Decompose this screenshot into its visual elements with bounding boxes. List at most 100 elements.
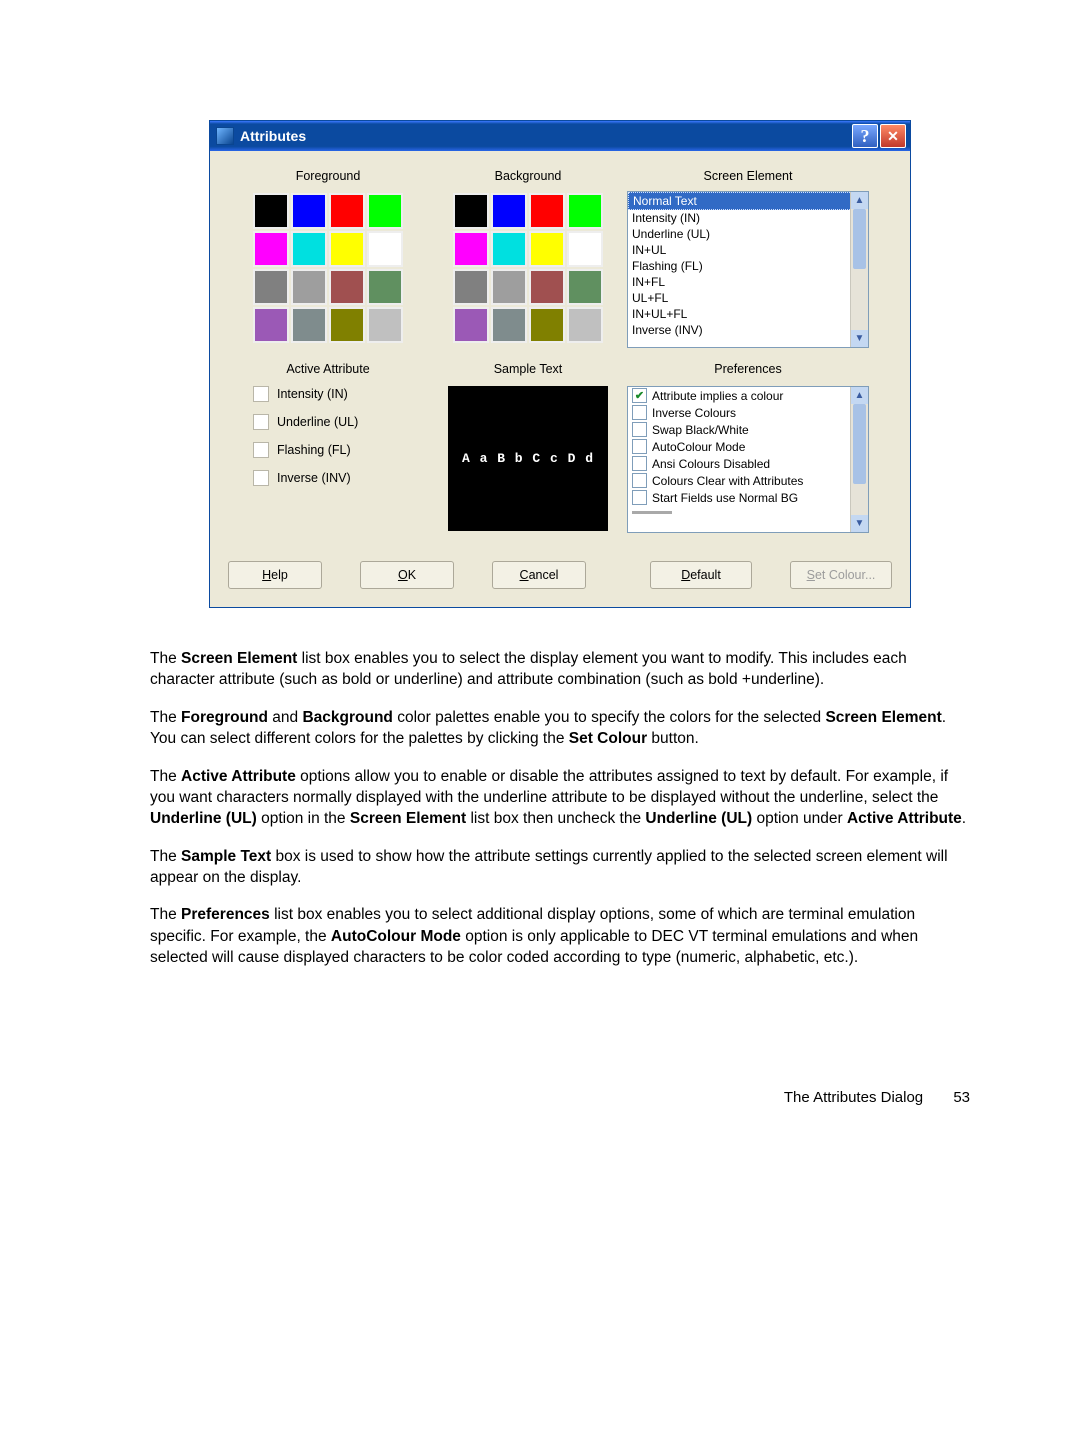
preference-item[interactable]: AutoColour Mode — [628, 438, 868, 455]
checkbox-icon[interactable] — [253, 386, 269, 402]
active-attribute-item[interactable]: Intensity (IN) — [253, 386, 403, 402]
color-swatch[interactable] — [253, 231, 289, 267]
color-swatch[interactable] — [491, 269, 527, 305]
preference-label: Colours Clear with Attributes — [652, 474, 803, 488]
ok-button[interactable]: OK — [360, 561, 454, 589]
preference-label: Swap Black/White — [652, 423, 749, 437]
color-swatch[interactable] — [367, 269, 403, 305]
color-swatch[interactable] — [491, 231, 527, 267]
color-swatch[interactable] — [329, 307, 365, 343]
screen-element-item[interactable]: UL+FL — [628, 290, 868, 306]
scroll-up-icon[interactable]: ▲ — [851, 192, 868, 209]
checkbox-icon[interactable]: ✔ — [632, 388, 647, 403]
color-swatch[interactable] — [253, 269, 289, 305]
scroll-down-icon[interactable]: ▼ — [851, 330, 868, 347]
color-swatch[interactable] — [567, 307, 603, 343]
preference-label: Attribute implies a colour — [652, 389, 783, 403]
preference-label: Inverse Colours — [652, 406, 736, 420]
scroll-down-icon[interactable]: ▼ — [851, 515, 868, 532]
screen-element-item[interactable]: Inverse (INV) — [628, 322, 868, 338]
preference-item[interactable]: Inverse Colours — [628, 404, 868, 421]
color-swatch[interactable] — [567, 269, 603, 305]
active-attribute-item[interactable]: Underline (UL) — [253, 414, 403, 430]
footer: The Attributes Dialog 53 — [150, 1089, 970, 1106]
preference-item[interactable]: Start Fields use Normal BG — [628, 489, 868, 506]
color-swatch[interactable] — [529, 269, 565, 305]
active-attribute-label: Flashing (FL) — [277, 443, 351, 457]
checkbox-icon[interactable] — [632, 456, 647, 471]
checkbox-icon[interactable] — [632, 473, 647, 488]
scroll-up-icon[interactable]: ▲ — [851, 387, 868, 404]
color-swatch[interactable] — [529, 193, 565, 229]
foreground-palette — [251, 191, 405, 345]
paragraph: The Active Attribute options allow you t… — [150, 766, 970, 830]
color-swatch[interactable] — [453, 307, 489, 343]
color-swatch[interactable] — [329, 193, 365, 229]
color-swatch[interactable] — [329, 269, 365, 305]
color-swatch[interactable] — [253, 193, 289, 229]
color-swatch[interactable] — [453, 269, 489, 305]
active-attribute-label: Inverse (INV) — [277, 471, 351, 485]
color-swatch[interactable] — [329, 231, 365, 267]
checkbox-icon[interactable] — [632, 422, 647, 437]
paragraph: The Sample Text box is used to show how … — [150, 846, 970, 889]
attributes-dialog: Attributes ? ✕ Foreground Background Scr… — [209, 120, 911, 608]
preference-item[interactable]: Colours Clear with Attributes — [628, 472, 868, 489]
color-swatch[interactable] — [367, 231, 403, 267]
screen-element-item[interactable]: Underline (UL) — [628, 226, 868, 242]
color-swatch[interactable] — [567, 231, 603, 267]
checkbox-icon[interactable] — [632, 439, 647, 454]
color-swatch[interactable] — [291, 269, 327, 305]
color-swatch[interactable] — [453, 231, 489, 267]
cancel-button[interactable]: Cancel — [492, 561, 586, 589]
screen-element-item[interactable]: Normal Text — [628, 192, 868, 210]
color-swatch[interactable] — [367, 193, 403, 229]
screen-element-item[interactable]: IN+UL+FL — [628, 306, 868, 322]
button-label-letter: D — [681, 568, 690, 582]
preference-label: Start Fields use Normal BG — [652, 491, 798, 505]
color-swatch[interactable] — [491, 307, 527, 343]
screen-element-item[interactable]: Intensity (IN) — [628, 210, 868, 226]
scroll-thumb[interactable] — [853, 404, 866, 484]
preference-item[interactable]: ✔ Attribute implies a colour — [628, 387, 868, 404]
footer-section: The Attributes Dialog — [784, 1089, 923, 1106]
screen-element-item[interactable]: Flashing (FL) — [628, 258, 868, 274]
color-swatch[interactable] — [291, 193, 327, 229]
background-palette — [451, 191, 605, 345]
checkbox-icon[interactable] — [253, 414, 269, 430]
checkbox-icon[interactable] — [253, 470, 269, 486]
color-swatch[interactable] — [567, 193, 603, 229]
help-icon[interactable]: ? — [852, 124, 878, 148]
screen-element-item[interactable]: IN+UL — [628, 242, 868, 258]
checkbox-icon[interactable] — [253, 442, 269, 458]
active-attribute-item[interactable]: Flashing (FL) — [253, 442, 403, 458]
color-swatch[interactable] — [291, 307, 327, 343]
checkbox-icon[interactable] — [632, 490, 647, 505]
help-button[interactable]: Help — [228, 561, 322, 589]
color-swatch[interactable] — [491, 193, 527, 229]
preference-item[interactable]: Swap Black/White — [628, 421, 868, 438]
default-button[interactable]: Default — [650, 561, 752, 589]
scrollbar[interactable]: ▲ ▼ — [850, 387, 868, 532]
color-swatch[interactable] — [529, 307, 565, 343]
color-swatch[interactable] — [291, 231, 327, 267]
color-swatch[interactable] — [529, 231, 565, 267]
scroll-thumb[interactable] — [853, 209, 866, 269]
foreground-label: Foreground — [296, 169, 361, 183]
screen-element-item[interactable]: IN+FL — [628, 274, 868, 290]
preference-item[interactable]: Ansi Colours Disabled — [628, 455, 868, 472]
color-swatch[interactable] — [453, 193, 489, 229]
screen-element-listbox[interactable]: Normal TextIntensity (IN)Underline (UL)I… — [627, 191, 869, 348]
app-icon — [216, 127, 234, 145]
sample-text-value: A a B b C c D d — [462, 451, 594, 466]
paragraph: The Screen Element list box enables you … — [150, 648, 970, 691]
color-swatch[interactable] — [367, 307, 403, 343]
preferences-listbox[interactable]: ✔ Attribute implies a colour Inverse Colou… — [627, 386, 869, 533]
scrollbar[interactable]: ▲ ▼ — [850, 192, 868, 347]
set-colour-button[interactable]: Set Colour... — [790, 561, 892, 589]
checkbox-icon[interactable] — [632, 405, 647, 420]
color-swatch[interactable] — [253, 307, 289, 343]
active-attribute-item[interactable]: Inverse (INV) — [253, 470, 403, 486]
page-number: 53 — [953, 1089, 970, 1106]
close-icon[interactable]: ✕ — [880, 124, 906, 148]
